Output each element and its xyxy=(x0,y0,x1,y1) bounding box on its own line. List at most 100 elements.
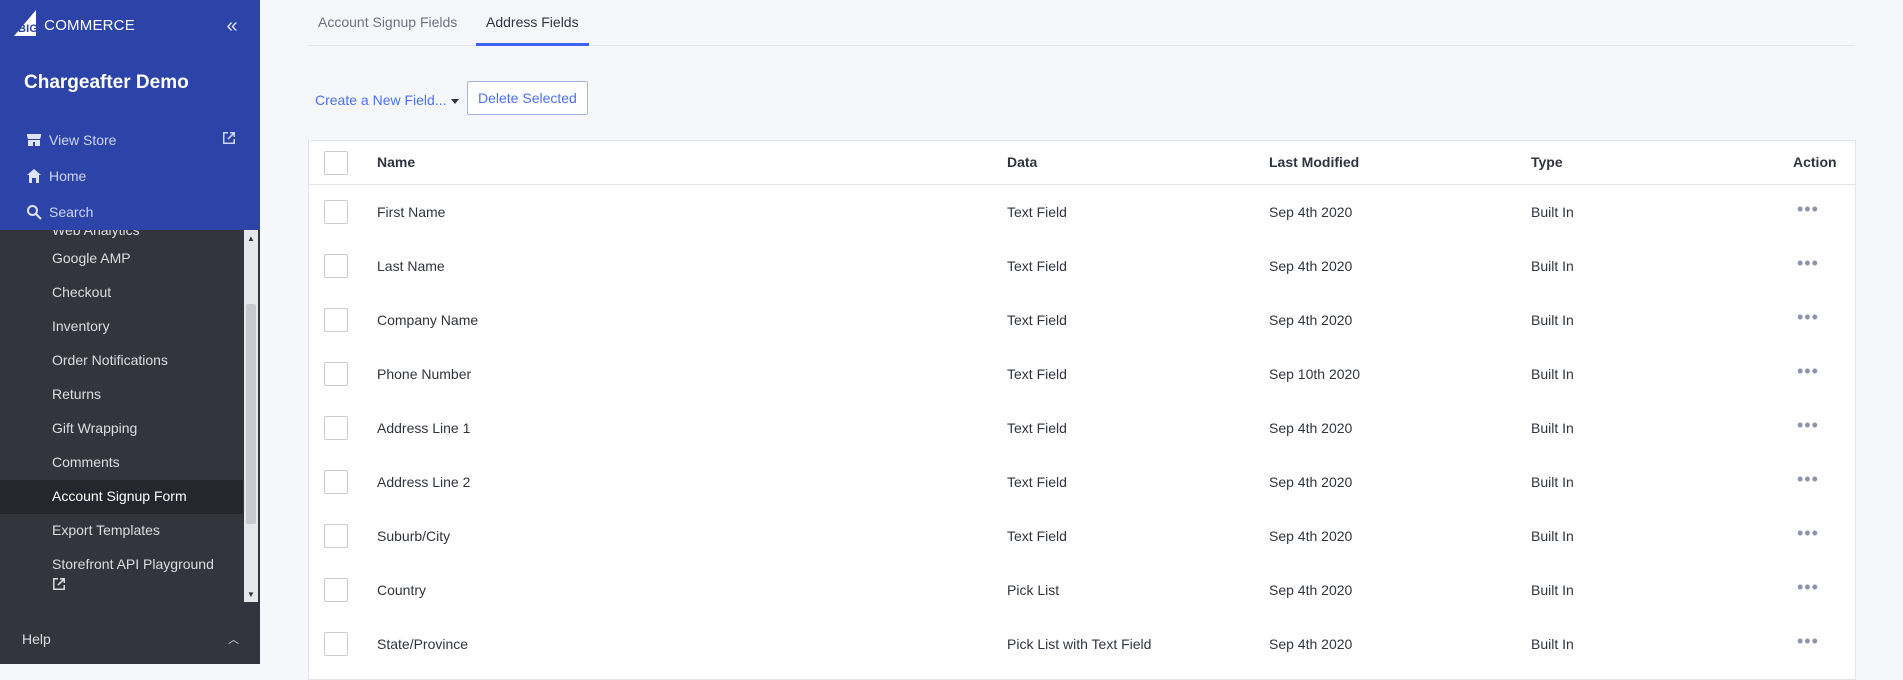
more-actions-icon[interactable]: ••• xyxy=(1797,631,1819,652)
more-actions-icon[interactable]: ••• xyxy=(1797,469,1819,490)
sidebar-header: BIG COMMERCE « Chargeafter Demo View Sto… xyxy=(0,0,260,230)
home-link[interactable]: Home xyxy=(24,166,86,186)
more-actions-icon[interactable]: ••• xyxy=(1797,577,1819,598)
field-type: Built In xyxy=(1531,420,1574,436)
field-name[interactable]: Country xyxy=(377,582,426,598)
field-data-type: Text Field xyxy=(1007,528,1067,544)
scroll-up-icon[interactable]: ▲ xyxy=(244,234,258,243)
more-actions-icon[interactable]: ••• xyxy=(1797,415,1819,436)
field-data-type: Text Field xyxy=(1007,420,1067,436)
sidebar-item-gift-wrapping[interactable]: Gift Wrapping xyxy=(0,420,243,442)
field-last-modified: Sep 4th 2020 xyxy=(1269,582,1353,598)
column-header-name[interactable]: Name xyxy=(377,154,415,170)
field-name[interactable]: Last Name xyxy=(377,258,445,274)
view-store-link[interactable]: View Store xyxy=(24,130,116,150)
help-menu[interactable]: Help ︿ xyxy=(0,614,260,664)
sidebar-item-google-amp[interactable]: Google AMP xyxy=(0,250,243,272)
home-label: Home xyxy=(49,168,87,184)
field-last-modified: Sep 10th 2020 xyxy=(1269,366,1361,382)
search-link[interactable]: Search xyxy=(24,202,93,222)
table-row: Address Line 2 Text Field Sep 4th 2020 Buil… xyxy=(309,455,1855,509)
sidebar-item-inventory[interactable]: Inventory xyxy=(0,318,243,340)
scrollbar-thumb[interactable] xyxy=(246,304,256,524)
field-data-type: Text Field xyxy=(1007,366,1067,382)
field-name[interactable]: Suburb/City xyxy=(377,528,450,544)
more-actions-icon[interactable]: ••• xyxy=(1797,199,1819,220)
table-row: Country Pick List Sep 4th 2020 Built In ••• xyxy=(309,563,1855,617)
field-last-modified: Sep 4th 2020 xyxy=(1269,312,1353,328)
home-icon xyxy=(24,166,44,186)
delete-selected-button[interactable]: Delete Selected xyxy=(467,81,588,115)
field-data-type: Pick List xyxy=(1007,582,1060,598)
table-row: Last Name Text Field Sep 4th 2020 Built In •… xyxy=(309,239,1855,293)
table-row: Company Name Text Field Sep 4th 2020 Built … xyxy=(309,293,1855,347)
tab-bar: Account Signup Fields Address Fields xyxy=(308,0,1855,46)
sidebar-item-checkout[interactable]: Checkout xyxy=(0,284,243,306)
sidebar-scrollbar[interactable]: ▲ ▼ xyxy=(244,230,258,602)
more-actions-icon[interactable]: ••• xyxy=(1797,523,1819,544)
field-data-type: Text Field xyxy=(1007,204,1067,220)
tab-account-signup-fields[interactable]: Account Signup Fields xyxy=(308,14,467,46)
field-name[interactable]: First Name xyxy=(377,204,445,220)
view-store-label: View Store xyxy=(49,132,117,148)
sidebar-item-comments[interactable]: Comments xyxy=(0,454,243,476)
field-name[interactable]: Company Name xyxy=(377,312,478,328)
column-header-action: Action xyxy=(1793,154,1837,170)
field-type: Built In xyxy=(1531,582,1574,598)
field-name[interactable]: Phone Number xyxy=(377,366,471,382)
field-last-modified: Sep 4th 2020 xyxy=(1269,528,1353,544)
table-row: First Name Text Field Sep 4th 2020 Built In… xyxy=(309,185,1855,239)
fields-table: Name Data Last Modified Type Action Firs… xyxy=(308,140,1856,680)
field-type: Built In xyxy=(1531,528,1574,544)
field-name[interactable]: State/Province xyxy=(377,636,468,652)
field-data-type: Pick List with Text Field xyxy=(1007,636,1152,652)
field-type: Built In xyxy=(1531,366,1574,382)
caret-down-icon xyxy=(450,98,459,104)
field-type: Built In xyxy=(1531,474,1574,490)
row-checkbox[interactable] xyxy=(324,200,348,224)
row-checkbox[interactable] xyxy=(324,308,348,332)
sidebar-item-order-notifications[interactable]: Order Notifications xyxy=(0,352,243,374)
table-row: State/Province Pick List with Text Field S… xyxy=(309,617,1855,671)
row-checkbox[interactable] xyxy=(324,470,348,494)
sidebar-item-storefront-api-playground[interactable]: Storefront API Playground xyxy=(0,556,243,578)
tab-address-fields[interactable]: Address Fields xyxy=(476,14,589,46)
sidebar-item-web-analytics[interactable]: Web Analytics xyxy=(52,230,140,238)
bigcommerce-logo[interactable]: BIG COMMERCE xyxy=(14,10,135,40)
row-checkbox[interactable] xyxy=(324,362,348,386)
table-header: Name Data Last Modified Type Action xyxy=(309,141,1855,185)
search-icon xyxy=(24,202,44,222)
store-name: Chargeafter Demo xyxy=(24,72,189,93)
help-label: Help xyxy=(22,631,51,647)
more-actions-icon[interactable]: ••• xyxy=(1797,361,1819,382)
select-all-checkbox[interactable] xyxy=(324,151,348,175)
sidebar-item-export-templates[interactable]: Export Templates xyxy=(0,522,243,544)
row-checkbox[interactable] xyxy=(324,578,348,602)
field-type: Built In xyxy=(1531,312,1574,328)
column-header-type[interactable]: Type xyxy=(1531,154,1563,170)
field-name[interactable]: Address Line 2 xyxy=(377,474,470,490)
row-checkbox[interactable] xyxy=(324,632,348,656)
row-checkbox[interactable] xyxy=(324,254,348,278)
row-checkbox[interactable] xyxy=(324,524,348,548)
create-new-field-label: Create a New Field... xyxy=(315,92,447,108)
column-header-data[interactable]: Data xyxy=(1007,154,1037,170)
field-data-type: Text Field xyxy=(1007,474,1067,490)
table-row: Address Line 1 Text Field Sep 4th 2020 Buil… xyxy=(309,401,1855,455)
field-type: Built In xyxy=(1531,258,1574,274)
more-actions-icon[interactable]: ••• xyxy=(1797,307,1819,328)
create-new-field-dropdown[interactable]: Create a New Field... xyxy=(315,92,459,108)
sidebar-item-account-signup-form[interactable]: Account Signup Form xyxy=(0,480,243,514)
table-row: Phone Number Text Field Sep 10th 2020 Built… xyxy=(309,347,1855,401)
field-name[interactable]: Address Line 1 xyxy=(377,420,470,436)
scroll-down-icon[interactable]: ▼ xyxy=(244,590,258,599)
field-last-modified: Sep 4th 2020 xyxy=(1269,420,1353,436)
field-last-modified: Sep 4th 2020 xyxy=(1269,204,1353,220)
column-header-last-modified[interactable]: Last Modified xyxy=(1269,154,1359,170)
main-content: Account Signup Fields Address Fields Cre… xyxy=(260,0,1903,680)
collapse-sidebar-icon[interactable]: « xyxy=(220,14,244,38)
row-checkbox[interactable] xyxy=(324,416,348,440)
sidebar-item-returns[interactable]: Returns xyxy=(0,386,243,408)
field-last-modified: Sep 4th 2020 xyxy=(1269,636,1353,652)
more-actions-icon[interactable]: ••• xyxy=(1797,253,1819,274)
